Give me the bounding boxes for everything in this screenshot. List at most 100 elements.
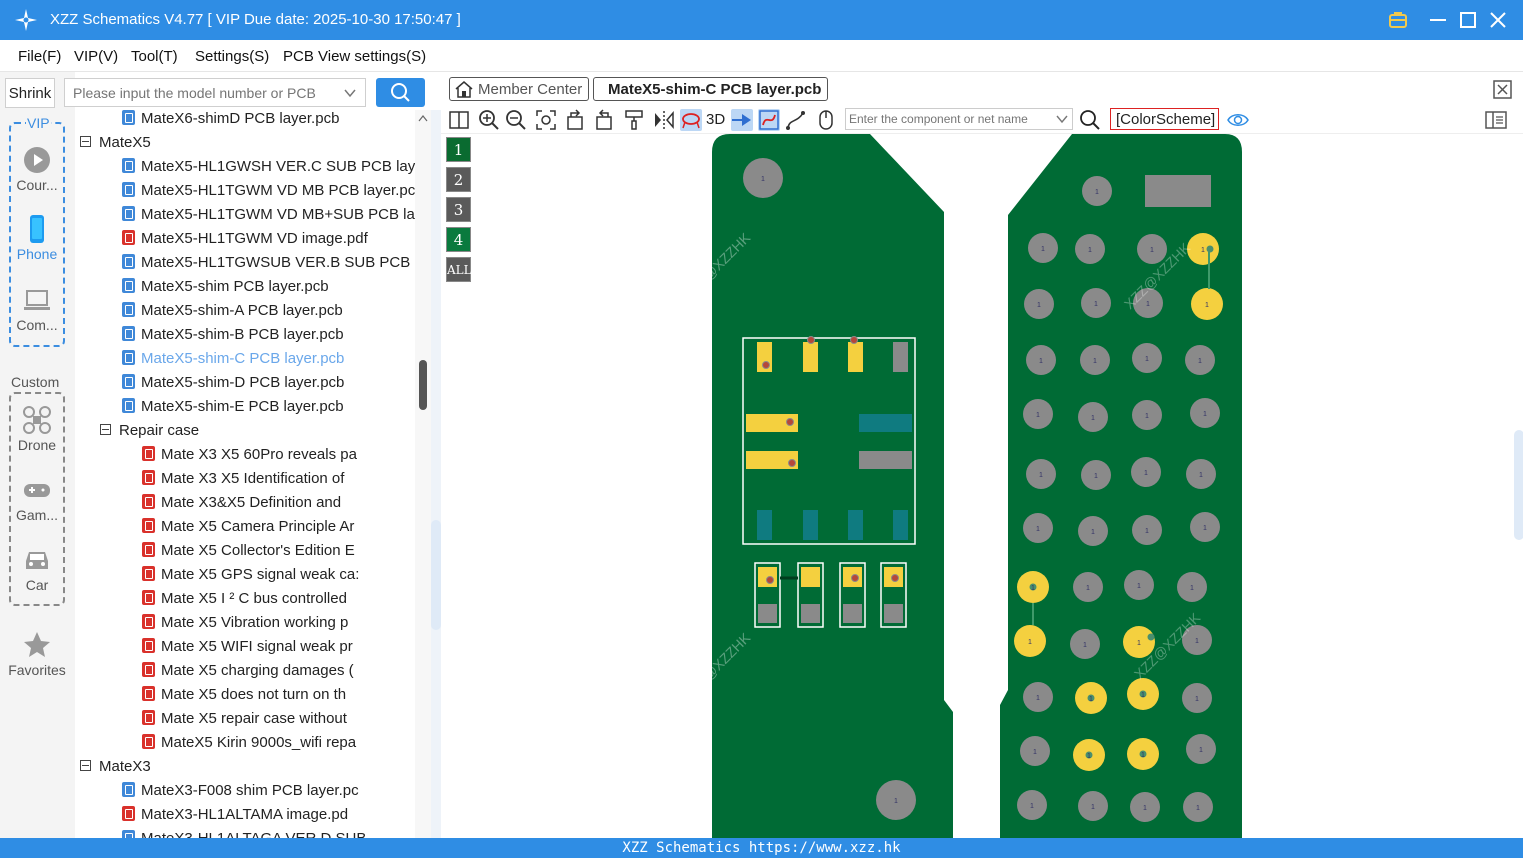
smd-pad[interactable] <box>848 510 863 540</box>
tree-file[interactable]: Mate X5 Vibration working p <box>142 614 415 638</box>
nav-computer[interactable]: Com... <box>4 285 70 333</box>
tree-file[interactable]: Mate X3 X5 Identification of <box>142 470 415 494</box>
tree-file[interactable]: MateX5-shim-B PCB layer.pcb <box>122 326 415 350</box>
tree-file[interactable]: MateX5-shim-C PCB layer.pcb <box>122 350 415 374</box>
bottom-view-icon[interactable] <box>680 109 702 131</box>
rotate-left-icon[interactable] <box>565 109 587 131</box>
tree-file[interactable]: Mate X5 Camera Principle Ar <box>142 518 415 542</box>
right-collapse-handle[interactable] <box>1514 430 1523 540</box>
smd-pad[interactable] <box>893 510 908 540</box>
tree-file[interactable]: Mate X5 does not turn on th <box>142 686 415 710</box>
tree-file[interactable]: MateX5-HL1TGWSUB VER.B SUB PCB layer.pcb <box>122 254 415 278</box>
layer-all-button[interactable]: ALL <box>446 257 472 282</box>
smd-pad[interactable] <box>893 342 908 372</box>
scroll-up-icon[interactable] <box>418 114 428 122</box>
smd-pad[interactable] <box>758 604 777 623</box>
nav-games[interactable]: Gam... <box>4 475 70 523</box>
tree-file[interactable]: MateX5-shim-E PCB layer.pcb <box>122 398 415 422</box>
component-dropdown-icon[interactable] <box>1056 114 1068 124</box>
component-search-icon[interactable] <box>1079 109 1101 131</box>
smd-pad[interactable] <box>801 567 820 587</box>
paint-brush-icon[interactable] <box>623 109 645 131</box>
tree-file[interactable]: MateX5-HL1TGWM VD image.pdf <box>122 230 415 254</box>
pcb-canvas[interactable]: 1 1 1 1 1 1 1 1 1 1 1 1 1 1 1 1 1 1 1 1 1 1 1 1 1 1 1 1 1 1 1 1 1 1 1 1 1 1 1 1… <box>441 134 1523 838</box>
tree-folder[interactable]: Repair case <box>100 422 415 446</box>
smd-pad[interactable] <box>848 342 863 372</box>
tree-file[interactable]: Mate X5 WIFI signal weak pr <box>142 638 415 662</box>
tree-file[interactable]: MateX3-HL1ALTAMA image.pd <box>122 806 415 830</box>
tab-active-pcb[interactable]: MateX5-shim-C PCB layer.pcb <box>593 77 829 101</box>
chevron-down-icon[interactable] <box>343 87 357 99</box>
search-button[interactable] <box>376 78 425 107</box>
minimize-icon[interactable] <box>1426 8 1450 32</box>
smd-pad[interactable] <box>859 451 912 469</box>
tree-file[interactable]: MateX5-shim PCB layer.pcb <box>122 278 415 302</box>
component-search-input[interactable] <box>846 109 1051 129</box>
tree-file[interactable]: MateX6-shimD PCB layer.pcb <box>122 110 415 134</box>
pcb-drawing[interactable]: 1 1 1 1 1 1 1 1 1 1 1 1 1 1 1 1 1 1 1 1 1 1 1 1 1 1 1 1 1 1 1 1 1 1 1 1 1 1 1 1… <box>441 134 1523 838</box>
rotate-right-icon[interactable] <box>592 109 614 131</box>
nav-car[interactable]: Car <box>4 545 70 593</box>
menu-settings[interactable]: Settings(S) <box>195 48 269 65</box>
net-highlight-icon[interactable] <box>758 109 780 131</box>
menu-tool[interactable]: Tool(T) <box>131 48 178 65</box>
smd-pad[interactable] <box>843 604 862 623</box>
maximize-icon[interactable] <box>1456 8 1480 32</box>
colorscheme-button[interactable]: [ColorScheme] <box>1110 108 1219 130</box>
smd-pad[interactable] <box>884 604 903 623</box>
mouse-icon[interactable] <box>815 109 837 131</box>
tab-member-center[interactable]: Member Center <box>449 77 590 101</box>
tree-file[interactable]: Mate X5 I ² C bus controlled <box>142 590 415 614</box>
tree-file[interactable]: MateX3-HL1ALTAGA VER.D SUB <box>122 830 415 838</box>
tree-folder[interactable]: MateX5 <box>80 134 415 158</box>
briefcase-icon[interactable] <box>1386 8 1410 32</box>
eye-icon[interactable] <box>1227 109 1249 131</box>
layer-3-button[interactable]: 3 <box>446 197 471 222</box>
tree-file[interactable]: Mate X5 charging damages ( <box>142 662 415 686</box>
smd-pad[interactable] <box>803 510 818 540</box>
layer-1-button[interactable]: 1 <box>446 137 471 162</box>
side-panel-icon[interactable] <box>1485 109 1507 131</box>
zoom-in-icon[interactable] <box>478 109 500 131</box>
menu-pcb-view-settings[interactable]: PCB View settings(S) <box>283 48 426 65</box>
tree-file[interactable]: Mate X3 X5 60Pro reveals pa <box>142 446 415 470</box>
panel-splitter[interactable] <box>431 110 441 838</box>
navigate-arrow-icon[interactable] <box>731 109 753 131</box>
tree-folder[interactable]: MateX3 <box>80 758 415 782</box>
tree-scroll-thumb[interactable] <box>419 360 427 410</box>
collapse-handle[interactable] <box>431 520 441 630</box>
split-view-icon[interactable] <box>448 109 470 131</box>
tree-file[interactable]: Mate X5 Collector's Edition E <box>142 542 415 566</box>
close-tab-icon[interactable] <box>1493 80 1512 99</box>
smd-pad[interactable] <box>801 604 820 623</box>
model-search-input[interactable] <box>65 79 335 106</box>
smd-pad[interactable] <box>757 510 772 540</box>
tree-file[interactable]: Mate X5 GPS signal weak ca: <box>142 566 415 590</box>
fit-view-icon[interactable] <box>535 109 557 131</box>
menu-file[interactable]: File(F) <box>18 48 61 65</box>
smd-pad[interactable] <box>859 414 912 432</box>
close-icon[interactable] <box>1486 8 1510 32</box>
nav-courses[interactable]: Cour... <box>4 145 70 193</box>
tree-file[interactable]: Mate X5 repair case without <box>142 710 415 734</box>
tree-file[interactable]: MateX5-shim-D PCB layer.pcb <box>122 374 415 398</box>
menu-vip[interactable]: VIP(V) <box>74 48 118 65</box>
nav-drone[interactable]: Drone <box>4 405 70 453</box>
rect-pad[interactable] <box>1145 175 1211 207</box>
layer-2-button[interactable]: 2 <box>446 167 471 192</box>
tree-file[interactable]: MateX3-F008 shim PCB layer.pc <box>122 782 415 806</box>
trace-route-icon[interactable] <box>785 109 807 131</box>
tree-file[interactable]: MateX5-HL1TGWM VD MB+SUB PCB layer.pcb <box>122 206 415 230</box>
tree-scrollbar[interactable] <box>415 110 431 838</box>
tree-file[interactable]: MateX5-shim-A PCB layer.pcb <box>122 302 415 326</box>
nav-phone[interactable]: Phone <box>4 214 70 262</box>
smd-pad[interactable] <box>803 342 818 372</box>
tree-file[interactable]: MateX5 Kirin 9000s_wifi repa <box>142 734 415 758</box>
mirror-icon[interactable] <box>653 109 675 131</box>
nav-favorites[interactable]: Favorites <box>4 630 70 678</box>
layer-4-button[interactable]: 4 <box>446 227 471 252</box>
3d-view-button[interactable]: 3D <box>706 111 725 128</box>
zoom-out-icon[interactable] <box>505 109 527 131</box>
tree-file[interactable]: Mate X3&X5 Definition and <box>142 494 415 518</box>
tree-file[interactable]: MateX5-HL1TGWM VD MB PCB layer.pcb <box>122 182 415 206</box>
